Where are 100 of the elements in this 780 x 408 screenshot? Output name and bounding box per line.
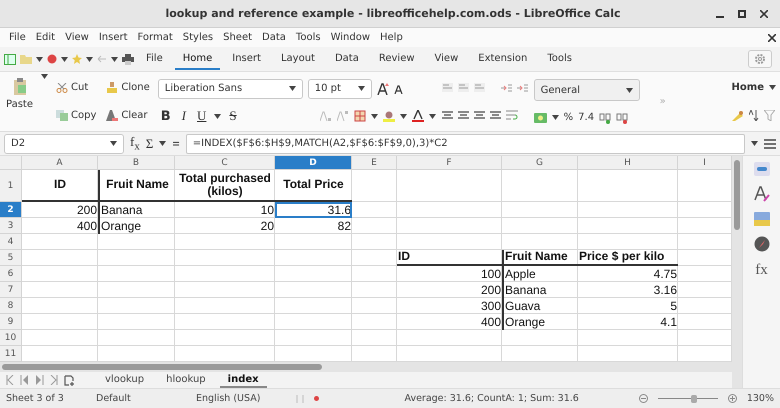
style-dropdown[interactable]: Home (732, 82, 776, 94)
formula-button[interactable]: = (172, 136, 180, 152)
caret-icon[interactable] (552, 115, 559, 120)
font-color-icon[interactable] (412, 110, 424, 122)
zoom-out-icon[interactable] (638, 394, 648, 403)
menu-item[interactable]: Format (132, 32, 178, 43)
caret-icon[interactable] (159, 141, 166, 146)
indent-icon[interactable] (516, 84, 528, 92)
name-box[interactable]: D2 (4, 134, 124, 154)
settings-button[interactable] (748, 50, 772, 68)
align-icon[interactable] (442, 110, 453, 120)
number-button[interactable]: 7.4 (578, 112, 594, 124)
menu-item[interactable]: Window (326, 32, 375, 43)
column-header[interactable]: B (98, 156, 175, 170)
cut-button[interactable]: Cut (54, 80, 98, 96)
underline-button[interactable]: U (194, 108, 210, 124)
align-icon[interactable] (474, 110, 485, 120)
caret-icon[interactable] (61, 56, 68, 62)
next-sheet-icon[interactable] (35, 375, 44, 385)
paste-button[interactable]: Paste (4, 74, 35, 129)
menu-item[interactable]: Edit (30, 32, 60, 43)
column-header[interactable]: D (275, 156, 352, 170)
row-header[interactable]: 7 (0, 282, 22, 298)
column-header[interactable]: C (175, 156, 275, 170)
percent-button[interactable]: % (564, 112, 574, 124)
font-name-dropdown[interactable]: Liberation Sans (158, 78, 303, 99)
column-header[interactable]: G (502, 156, 578, 170)
menu-icon[interactable] (764, 138, 776, 148)
row-header[interactable]: 11 (0, 346, 22, 362)
row-header[interactable]: 5 (0, 250, 22, 266)
wrap-text-icon[interactable] (506, 110, 518, 120)
sheet-tab[interactable]: vlookup (97, 372, 152, 388)
expand-icon[interactable] (751, 141, 758, 146)
previous-sheet-icon[interactable] (20, 375, 29, 385)
row-header[interactable]: 3 (0, 218, 22, 234)
grow-font-icon[interactable] (376, 82, 389, 95)
ribbon-tab[interactable]: Data (326, 48, 367, 70)
strikethrough-button[interactable]: S (226, 108, 240, 124)
column-header[interactable]: H (578, 156, 678, 170)
copy-button[interactable]: Copy (54, 108, 98, 123)
caret-icon[interactable] (370, 114, 378, 119)
caret-icon[interactable] (428, 114, 436, 119)
functions-button[interactable]: fx (755, 262, 768, 279)
menu-item[interactable]: Data (257, 32, 291, 43)
ribbon-tab[interactable]: Insert (224, 48, 269, 70)
zoom-slider[interactable] (658, 394, 718, 404)
caret-icon[interactable] (110, 141, 117, 146)
ribbon-tab[interactable]: File (138, 48, 171, 70)
column-header[interactable]: F (397, 156, 502, 170)
zoom-in-icon[interactable] (728, 394, 737, 403)
caret-icon[interactable] (41, 74, 48, 79)
menu-item[interactable]: Sheet (218, 32, 258, 43)
align-icon[interactable] (458, 110, 469, 120)
function-wizard-button[interactable]: f$_{x}$ (130, 134, 140, 153)
ribbon-tab[interactable]: Tools (539, 48, 580, 70)
row-header[interactable]: 4 (0, 234, 22, 250)
row-header[interactable]: 2 (0, 202, 22, 218)
delete-decimal-icon[interactable] (616, 112, 628, 124)
styles-icon[interactable] (754, 186, 770, 202)
ribbon-tab[interactable]: Extension (470, 48, 536, 70)
sheet-tab[interactable]: hlookup (158, 372, 214, 388)
column-header[interactable]: A (22, 156, 98, 170)
caret-icon[interactable] (36, 56, 43, 62)
add-sheet-icon[interactable] (64, 374, 75, 386)
formula-input[interactable]: =INDEX($F$6:$H$9,MATCH(A2,$F$6:$F$9,0),3)*C2 (186, 134, 745, 154)
indent-icon[interactable] (500, 84, 512, 92)
highlight-icon[interactable] (382, 110, 395, 122)
sidebar-icon[interactable] (4, 54, 16, 64)
menu-item[interactable]: Insert (94, 32, 133, 43)
close-icon[interactable] (760, 10, 768, 18)
menu-item[interactable]: File (4, 32, 31, 43)
clear-button[interactable]: Clear (104, 108, 152, 123)
menu-item[interactable]: View (60, 32, 94, 43)
number-format-dropdown[interactable]: General (534, 79, 640, 102)
caret-icon[interactable] (400, 114, 407, 119)
row-header[interactable]: 1 (0, 170, 22, 202)
align-icon[interactable] (490, 110, 501, 120)
borders-icon[interactable] (354, 110, 366, 122)
menu-item[interactable]: Help (375, 32, 408, 43)
menu-item[interactable]: Styles (178, 32, 218, 43)
caret-icon[interactable] (769, 85, 776, 90)
row-header[interactable]: 8 (0, 298, 22, 314)
column-header[interactable]: E (352, 156, 397, 170)
close-icon[interactable] (768, 34, 776, 42)
ribbon-tab[interactable]: Review (370, 48, 423, 70)
caret-icon[interactable] (111, 56, 118, 62)
properties-icon[interactable] (754, 162, 770, 176)
caret-icon[interactable] (288, 86, 296, 92)
sum-button[interactable]: Σ (146, 136, 154, 152)
caret-icon[interactable] (358, 86, 365, 92)
menu-item[interactable]: Tools (290, 32, 326, 43)
ribbon-tab[interactable]: Home (174, 48, 220, 70)
first-sheet-icon[interactable] (6, 375, 14, 385)
font-size-dropdown[interactable]: 10 pt (308, 78, 372, 99)
sort-icon[interactable] (748, 110, 759, 121)
bold-button[interactable]: B (158, 108, 174, 124)
column-header[interactable]: I (678, 156, 732, 170)
clone-button[interactable]: Clone (104, 80, 152, 96)
last-sheet-icon[interactable] (50, 375, 58, 385)
caret-icon[interactable] (626, 88, 633, 93)
